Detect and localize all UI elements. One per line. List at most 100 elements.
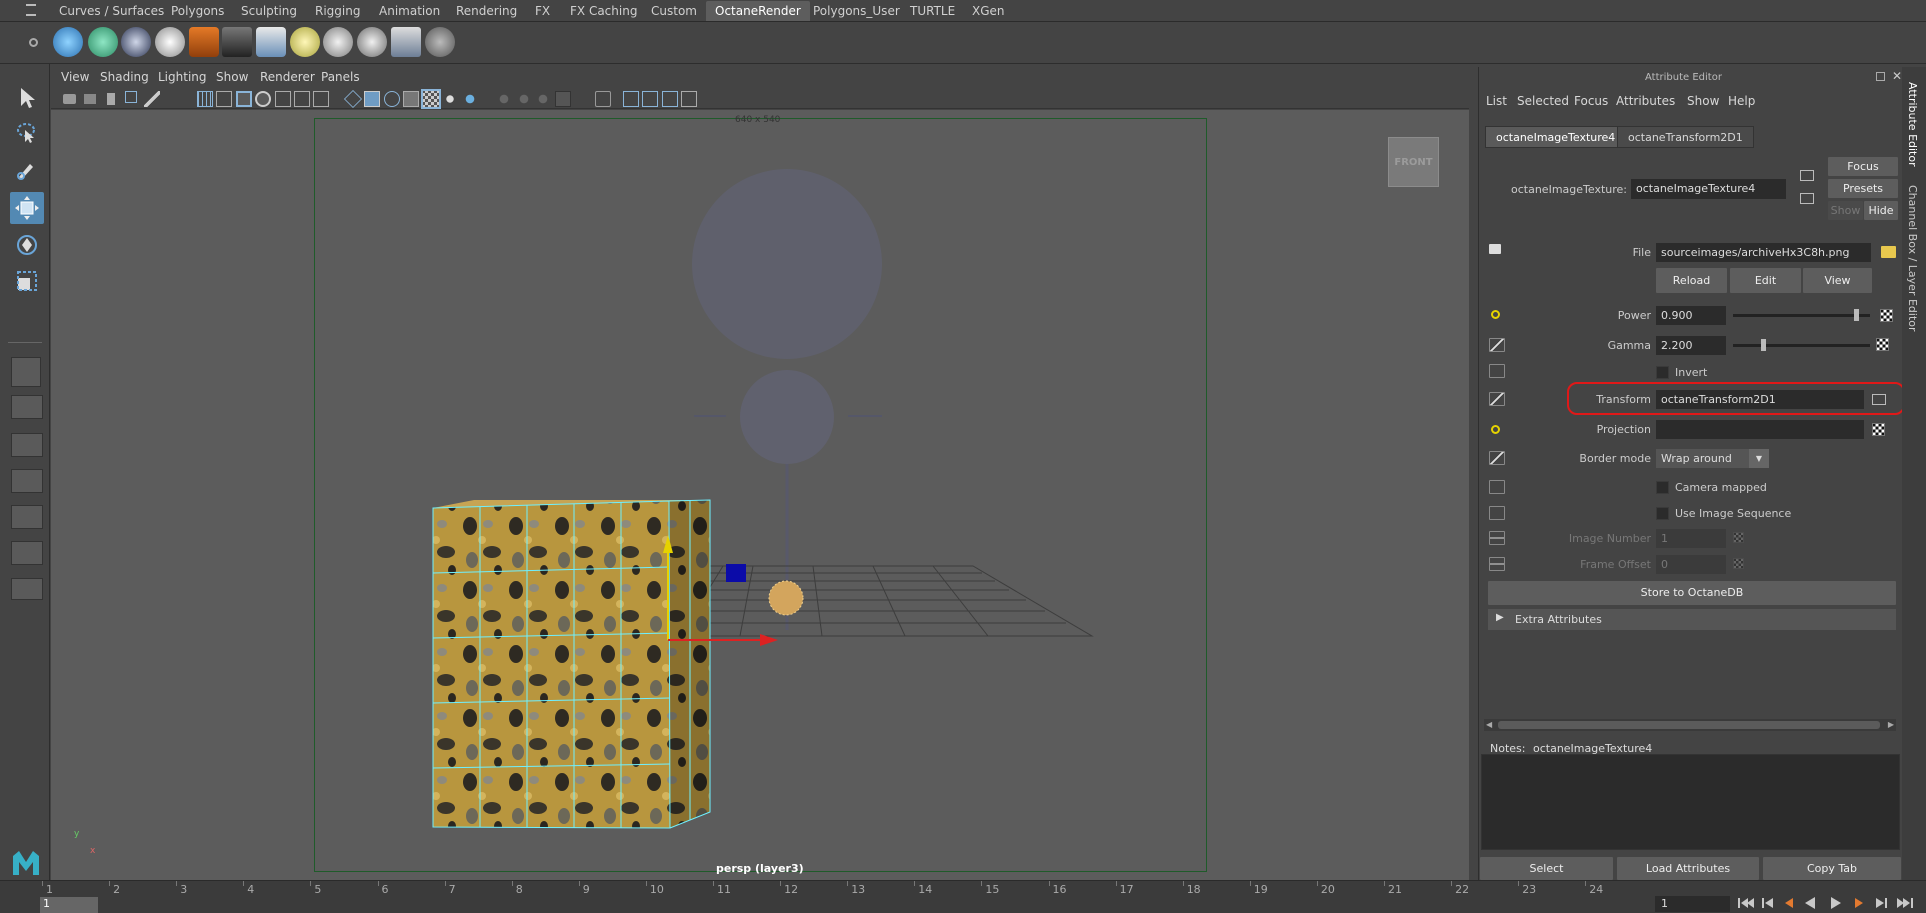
power-slider-handle[interactable] [1854, 309, 1860, 321]
power-field[interactable]: 0.900 [1656, 306, 1726, 325]
motion-blur-icon[interactable] [516, 91, 532, 107]
shadows-icon[interactable] [462, 91, 478, 107]
viewport-menu-show[interactable]: Show [216, 70, 248, 84]
shelf-tab-custom[interactable]: Custom [642, 1, 706, 21]
outliner-persp-layout-icon[interactable] [11, 541, 43, 565]
reload-button[interactable]: Reload [1656, 268, 1727, 293]
rotate-tool-icon[interactable] [10, 229, 44, 261]
gamma-field[interactable]: 2.200 [1656, 336, 1726, 355]
power-slider-track[interactable] [1733, 314, 1870, 317]
persp-outliner-layout-icon[interactable] [11, 433, 43, 457]
camera-select-icon[interactable] [63, 94, 76, 104]
shelf-menu-icon[interactable] [26, 4, 36, 16]
textured-icon[interactable] [421, 89, 441, 109]
scroll-right-arrow-icon[interactable]: ▶ [1888, 720, 1894, 729]
grease-pencil-icon[interactable] [144, 91, 160, 107]
view-transform-icon[interactable] [681, 91, 697, 107]
side-tab-channel-box[interactable]: Channel Box / Layer Editor [1906, 185, 1919, 332]
float-panel-icon[interactable] [1876, 72, 1885, 81]
tab-octane-transform2d[interactable]: octaneTransform2D1 [1617, 126, 1754, 148]
current-frame-field[interactable]: 1 [1655, 896, 1730, 912]
camera-mapped-checkbox[interactable] [1656, 481, 1669, 494]
shelf-settings-icon[interactable] [29, 38, 38, 47]
gamma-slider-track[interactable] [1733, 344, 1870, 347]
anti-aliasing-icon[interactable] [535, 91, 551, 107]
node-name-field[interactable]: octaneImageTexture4 [1631, 179, 1786, 199]
shelf-tab-rigging[interactable]: Rigging [306, 1, 369, 21]
viewport-menu-shading[interactable]: Shading [100, 70, 149, 84]
octane-camera-icon[interactable] [189, 27, 219, 57]
view-button[interactable]: View [1803, 268, 1872, 293]
octane-texture-icon[interactable] [155, 27, 185, 57]
use-all-lights-icon[interactable] [442, 91, 458, 107]
file-pin-icon[interactable] [1489, 244, 1501, 254]
hide-button[interactable]: Hide [1864, 201, 1898, 220]
persp-hypershade-layout-icon[interactable] [11, 505, 43, 529]
viewport-menu-renderer[interactable]: Renderer [260, 70, 315, 84]
xray-icon[interactable] [403, 91, 419, 107]
single-perspective-layout-icon[interactable] [11, 357, 41, 387]
copy-tab-button[interactable]: Copy Tab [1763, 857, 1901, 880]
shelf-tab-fx[interactable]: FX [526, 1, 559, 21]
ae-menu-focus[interactable]: Focus [1574, 94, 1608, 108]
ae-menu-list[interactable]: List [1486, 94, 1507, 108]
select-tool-icon[interactable] [10, 82, 44, 114]
octane-environment-icon[interactable] [256, 27, 286, 57]
viewport-menu-view[interactable]: View [61, 70, 89, 84]
four-view-layout-icon[interactable] [11, 395, 43, 419]
shelf-tab-polygons-user[interactable]: Polygons_User [804, 1, 909, 21]
depth-of-field-icon[interactable] [555, 91, 571, 107]
octane-live-viewer-icon[interactable] [53, 27, 83, 57]
projection-field[interactable] [1656, 420, 1864, 439]
gamma-map-button[interactable] [1876, 338, 1889, 351]
octane-proxy-icon[interactable] [357, 27, 387, 57]
gamma-slider-handle[interactable] [1761, 339, 1767, 351]
store-to-octanedb-button[interactable]: Store to OctaneDB [1488, 581, 1896, 605]
field-chart-icon[interactable] [275, 91, 291, 107]
viewport-menu-lighting[interactable]: Lighting [158, 70, 207, 84]
camera-attributes-icon[interactable] [84, 94, 96, 104]
presets-button[interactable]: Presets [1828, 179, 1898, 198]
shelf-tab-xgen[interactable]: XGen [963, 1, 1014, 21]
shelf-tab-sculpting[interactable]: Sculpting [232, 1, 306, 21]
shelf-tab-turtle[interactable]: TURTLE [901, 1, 964, 21]
time-slider[interactable]: 1 1 2 3 4 5 6 7 8 9 10 11 12 13 14 15 16 17 18 19 20 21 22 23 2… [0, 880, 1926, 913]
octane-settings-icon[interactable] [425, 27, 455, 57]
ae-menu-help[interactable]: Help [1728, 94, 1755, 108]
output-connection-icon[interactable] [1800, 193, 1814, 204]
ae-menu-attributes[interactable]: Attributes [1616, 94, 1675, 108]
octane-material-icon[interactable] [121, 27, 151, 57]
wireframe-icon[interactable] [343, 89, 363, 109]
octane-light-icon[interactable] [290, 27, 320, 57]
shelf-tab-polygons[interactable]: Polygons [162, 1, 233, 21]
side-tab-attribute-editor[interactable]: Attribute Editor [1906, 82, 1919, 167]
select-button[interactable]: Select [1480, 857, 1613, 880]
lasso-tool-icon[interactable] [10, 117, 44, 149]
scrollbar-thumb[interactable] [1498, 721, 1880, 729]
notes-textarea[interactable] [1481, 754, 1900, 850]
custom-layout-icon[interactable] [11, 578, 43, 600]
shelf-tab-animation[interactable]: Animation [370, 1, 449, 21]
projection-map-button[interactable] [1872, 423, 1885, 436]
wireframe-on-shaded-icon[interactable] [384, 91, 400, 107]
bookmark-icon[interactable] [107, 93, 115, 105]
octane-render-globe-icon[interactable] [88, 27, 118, 57]
grid-toggle-icon[interactable] [197, 91, 213, 107]
show-button[interactable]: Show [1828, 201, 1863, 220]
screen-space-ao-icon[interactable] [496, 91, 512, 107]
viewport-menu-panels[interactable]: Panels [321, 70, 360, 84]
octane-export-icon[interactable] [391, 27, 421, 57]
scale-tool-icon[interactable] [10, 265, 44, 297]
edit-button[interactable]: Edit [1730, 268, 1801, 293]
octane-projector-icon[interactable] [222, 27, 252, 57]
time-range-start-field[interactable]: 1 [40, 897, 98, 913]
image-plane-icon[interactable] [125, 91, 137, 103]
ae-menu-show[interactable]: Show [1687, 94, 1719, 108]
extra-attributes-section[interactable]: ▶ Extra Attributes [1488, 609, 1896, 630]
tab-octane-image-texture[interactable]: octaneImageTexture4 [1485, 126, 1627, 148]
shelf-tab-octanerender[interactable]: OctaneRender [706, 1, 810, 21]
input-connection-icon[interactable] [1800, 170, 1814, 181]
paint-select-tool-icon[interactable] [10, 153, 44, 185]
shelf-tab-fx-caching[interactable]: FX Caching [561, 1, 646, 21]
move-tool-icon[interactable] [10, 192, 44, 224]
